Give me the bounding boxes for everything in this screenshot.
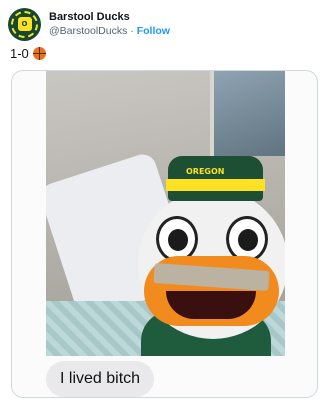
media-card[interactable]: OREGON I lived bitch [11, 70, 318, 398]
avatar-ring [11, 10, 38, 38]
duck-mouth [166, 291, 256, 319]
duck-hat-band [166, 179, 265, 191]
tweet-header: O Barstool Ducks @BarstoolDucks · Follow [8, 6, 170, 42]
message-bubble: I lived bitch [46, 361, 155, 397]
separator: · [130, 25, 134, 37]
handle-line: @BarstoolDucks · Follow [49, 24, 170, 38]
hospital-photo[interactable]: OREGON [46, 71, 285, 356]
handle[interactable]: @BarstoolDucks [49, 25, 127, 37]
author-info: Barstool Ducks @BarstoolDucks · Follow [49, 10, 170, 38]
photo-window [210, 71, 285, 156]
display-name[interactable]: Barstool Ducks [49, 10, 170, 24]
tweet-body: 1-0 [10, 46, 29, 61]
pupil [168, 229, 188, 251]
avatar[interactable]: O [8, 7, 41, 41]
hat-logo-text: OREGON [186, 167, 225, 176]
pupil [238, 229, 258, 251]
basketball-icon [32, 47, 46, 60]
follow-button[interactable]: Follow [137, 25, 170, 37]
tweet-text: 1-0 [10, 46, 46, 61]
